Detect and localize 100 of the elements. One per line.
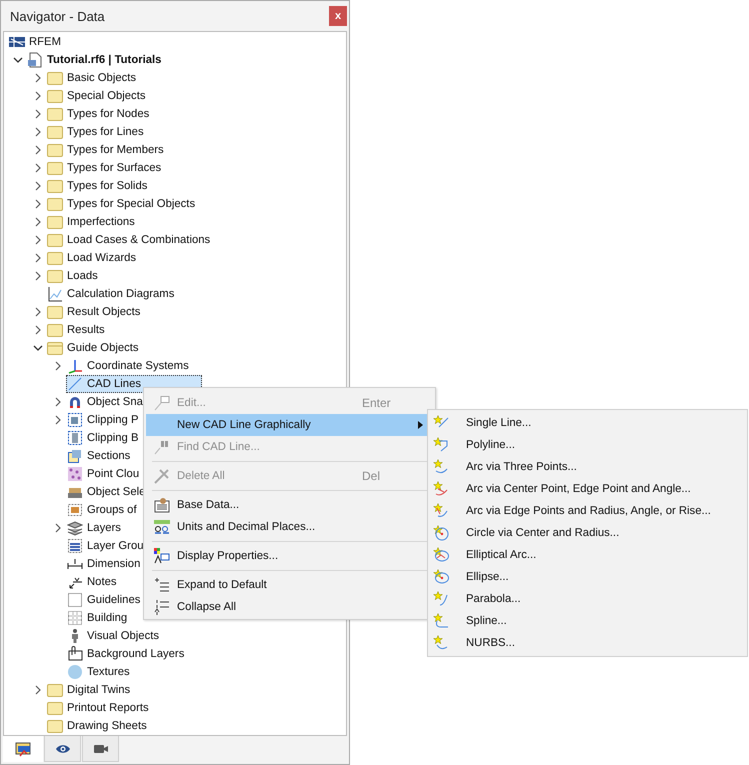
camera-tab[interactable] bbox=[82, 736, 119, 762]
folder-icon bbox=[47, 682, 63, 698]
star-curve-icon bbox=[433, 547, 451, 563]
star-curve-icon bbox=[433, 569, 451, 585]
list-icon bbox=[154, 577, 170, 593]
tree-item[interactable]: Layers bbox=[66, 519, 122, 537]
menu-item[interactable]: Spline... bbox=[428, 610, 747, 632]
folder-icon bbox=[47, 232, 63, 248]
menu-item[interactable]: Polyline... bbox=[428, 434, 747, 456]
tree-item[interactable]: Textures bbox=[66, 663, 131, 681]
tree-item[interactable]: Background Layers bbox=[66, 645, 186, 663]
star-curve-icon bbox=[433, 525, 451, 541]
tree-item[interactable]: Guide Objects bbox=[46, 339, 140, 357]
tree-item[interactable]: Load Wizards bbox=[46, 249, 138, 267]
tree-item[interactable]: Loads bbox=[46, 267, 99, 285]
tree-item[interactable]: Digital Twins bbox=[46, 681, 132, 699]
navigator-data-icon bbox=[15, 740, 31, 756]
folder-icon bbox=[47, 106, 63, 122]
folder-icon bbox=[47, 322, 63, 338]
pencil-window-icon bbox=[154, 395, 170, 411]
view-tab[interactable] bbox=[44, 736, 81, 762]
layers-icon bbox=[67, 538, 83, 554]
dotted-square-icon bbox=[67, 592, 83, 608]
display-properties-icon bbox=[154, 548, 170, 564]
folder-icon bbox=[47, 250, 63, 266]
binoculars-icon bbox=[154, 439, 170, 455]
menu-item[interactable]: Parabola... bbox=[428, 588, 747, 610]
line-chart-icon bbox=[47, 286, 63, 302]
delete-icon bbox=[154, 468, 170, 484]
menu-item[interactable]: Arc via Three Points... bbox=[428, 456, 747, 478]
submenu-arrow-icon bbox=[418, 421, 423, 429]
tree-item[interactable]: Types for Special Objects bbox=[46, 195, 196, 213]
tree-item[interactable]: Basic Objects bbox=[46, 69, 138, 87]
tree-item[interactable]: Printout Reports bbox=[46, 699, 150, 717]
window-title: Navigator - Data bbox=[10, 8, 105, 24]
tree-item[interactable]: Groups of bbox=[66, 501, 138, 519]
close-button[interactable]: x bbox=[329, 6, 347, 26]
form-icon bbox=[154, 497, 170, 513]
tree-item[interactable]: Coordinate Systems bbox=[66, 357, 190, 375]
paper-clip-icon bbox=[67, 646, 83, 662]
rfem-logo-icon bbox=[9, 34, 25, 50]
tree-item[interactable]: Drawing Sheets bbox=[46, 717, 148, 735]
tree-item[interactable]: Special Objects bbox=[46, 87, 146, 105]
folder-icon bbox=[47, 268, 63, 284]
tree-item[interactable]: RFEM bbox=[8, 33, 62, 51]
tree-item[interactable]: Dimension bbox=[66, 555, 142, 573]
section-box-icon bbox=[67, 448, 83, 464]
menu-item[interactable]: Arc via Edge Points and Radius, Angle, or Rise... bbox=[428, 500, 747, 522]
menu-item[interactable]: NURBS... bbox=[428, 632, 747, 654]
tree-item[interactable]: Types for Surfaces bbox=[46, 159, 162, 177]
tree-item[interactable]: Clipping P bbox=[66, 411, 140, 429]
dotted-grid-icon bbox=[67, 610, 83, 626]
data-tab[interactable] bbox=[3, 736, 43, 762]
folder-icon bbox=[47, 304, 63, 320]
menu-item[interactable]: Arc via Center Point, Edge Point and Angle... bbox=[428, 478, 747, 500]
tree-item[interactable]: Calculation Diagrams bbox=[46, 285, 176, 303]
layers-icon bbox=[67, 520, 83, 536]
menu-item[interactable]: Elliptical Arc... bbox=[428, 544, 747, 566]
folder-icon bbox=[47, 160, 63, 176]
tree-item[interactable]: Visual Objects bbox=[66, 627, 160, 645]
dimension-icon bbox=[67, 556, 83, 572]
folder-icon bbox=[47, 88, 63, 104]
star-curve-icon bbox=[433, 613, 451, 629]
tree-item[interactable]: Results bbox=[46, 321, 106, 339]
menu-item[interactable]: Ellipse... bbox=[428, 566, 747, 588]
tree-item[interactable]: Tutorial.rf6 | Tutorials bbox=[26, 51, 162, 69]
tree-item[interactable]: Load Cases & Combinations bbox=[46, 231, 212, 249]
tree-item[interactable]: Building bbox=[66, 609, 128, 627]
clipping-box-icon bbox=[67, 412, 83, 428]
folder-icon bbox=[47, 142, 63, 158]
coordinate-axes-icon bbox=[67, 358, 83, 374]
menu-item[interactable]: Circle via Center and Radius... bbox=[428, 522, 747, 544]
folder-icon bbox=[47, 124, 63, 140]
folder-icon bbox=[47, 718, 63, 734]
point-cloud-icon bbox=[67, 466, 83, 482]
tree-item[interactable]: Imperfections bbox=[46, 213, 136, 231]
list-icon bbox=[154, 599, 170, 615]
folder-icon bbox=[47, 214, 63, 230]
document-icon bbox=[27, 52, 43, 68]
diagonal-line-icon bbox=[67, 376, 83, 392]
tree-item[interactable]: Guidelines bbox=[66, 591, 142, 609]
folder-icon bbox=[47, 178, 63, 194]
folder-icon bbox=[47, 340, 63, 356]
folder-icon bbox=[47, 70, 63, 86]
tree-item[interactable]: Types for Nodes bbox=[46, 105, 150, 123]
tree-item[interactable]: Layer Grou bbox=[66, 537, 145, 555]
folder-icon bbox=[47, 700, 63, 716]
tree-item[interactable]: Sections bbox=[66, 447, 132, 465]
tree-item[interactable]: Result Objects bbox=[46, 303, 142, 321]
texture-circle-icon bbox=[67, 664, 83, 680]
tree-item[interactable]: Types for Members bbox=[46, 141, 165, 159]
magnet-icon bbox=[67, 394, 83, 410]
folder-icon bbox=[47, 196, 63, 212]
tree-item[interactable]: Point Clou bbox=[66, 465, 140, 483]
tree-item[interactable]: Types for Solids bbox=[46, 177, 148, 195]
clipping-box-icon bbox=[67, 430, 83, 446]
tree-item[interactable]: Notes bbox=[66, 573, 118, 591]
tree-item[interactable]: Clipping B bbox=[66, 429, 140, 447]
tree-item[interactable]: Types for Lines bbox=[46, 123, 145, 141]
tree-item[interactable]: Object Sna bbox=[66, 393, 144, 411]
